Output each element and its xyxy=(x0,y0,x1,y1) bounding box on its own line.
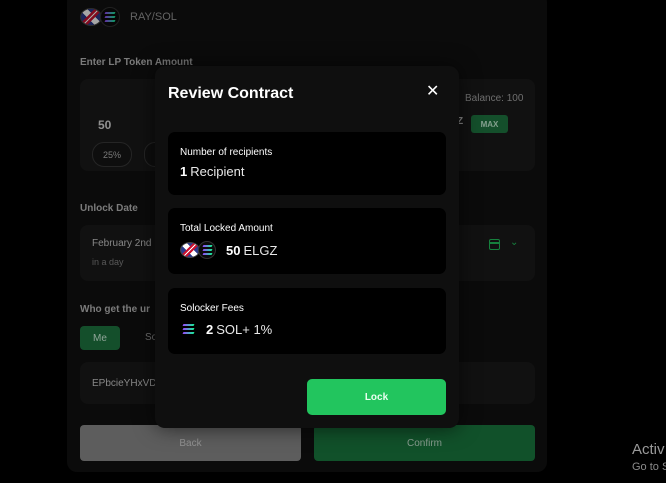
recipients-unit: Recipient xyxy=(190,164,245,179)
locked-amount-token: ELGZ xyxy=(243,242,278,258)
recipients-value: 1 Recipient xyxy=(180,164,244,179)
locked-amount-card: Total Locked Amount 50 ELGZ xyxy=(168,208,446,274)
fees-label: Solocker Fees xyxy=(180,303,244,314)
solana-icon xyxy=(180,321,196,337)
token-flag-icon xyxy=(180,242,200,258)
fees-value: 2 SOL+ 1% xyxy=(180,321,272,337)
windows-activation-title: Activ xyxy=(632,441,665,458)
fees-rest: SOL+ 1% xyxy=(216,321,273,337)
locked-amount-value: 50 ELGZ xyxy=(180,241,277,259)
review-contract-modal: Review Contract ✕ Number of recipients 1… xyxy=(155,66,459,428)
fees-sol-amount: 2 xyxy=(206,321,214,337)
recipients-card: Number of recipients 1 Recipient xyxy=(168,132,446,195)
locked-amount-label: Total Locked Amount xyxy=(180,223,273,234)
lock-button[interactable]: Lock xyxy=(307,379,446,415)
fees-card: Solocker Fees 2 SOL+ 1% xyxy=(168,288,446,354)
solana-icon xyxy=(198,241,216,259)
recipients-label: Number of recipients xyxy=(180,147,273,158)
close-icon[interactable]: ✕ xyxy=(426,84,439,100)
recipients-count: 1 xyxy=(180,164,188,179)
windows-activation-subtitle: Go to S xyxy=(632,461,666,473)
modal-title: Review Contract xyxy=(168,85,294,102)
locked-amount-number: 50 xyxy=(226,242,241,258)
